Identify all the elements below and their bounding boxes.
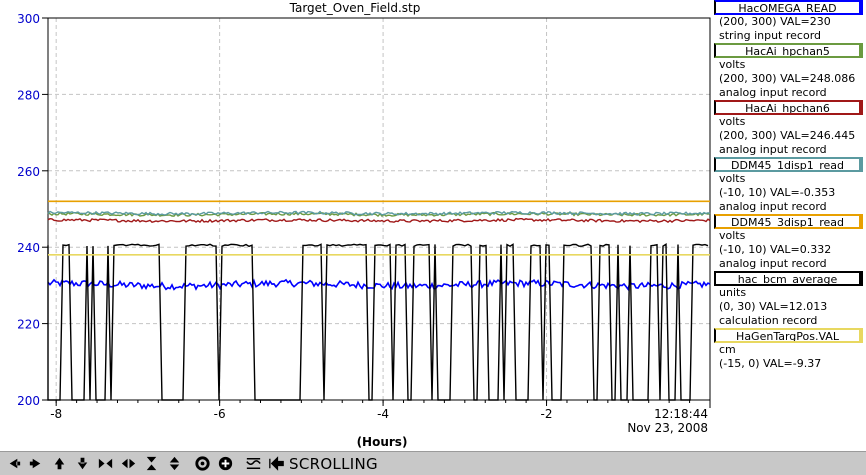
x-tick-label: -8: [50, 407, 62, 421]
auto-zoom-button[interactable]: [193, 454, 212, 473]
plus-icon: [218, 456, 233, 471]
x-tick-label: -6: [214, 407, 226, 421]
y-tick-label: 280: [17, 88, 40, 102]
scroll-up-button[interactable]: [50, 454, 69, 473]
target-icon: [195, 456, 210, 471]
default-zoom-button[interactable]: [216, 454, 235, 473]
legend-info-line: (-15, 0) VAL=-9.37: [719, 357, 822, 370]
zoom-out-y-button[interactable]: [165, 454, 184, 473]
legend-item[interactable]: HaGenTargPos.VAL cm (-15, 0) VAL=-9.37: [712, 328, 866, 371]
legend-info-line: (-10, 10) VAL=0.332: [719, 243, 832, 256]
series-line: [47, 217, 711, 224]
arrow-down-icon: [77, 457, 88, 470]
y-tick-label: 200: [17, 394, 40, 408]
legend-info-line: calculation record: [719, 314, 818, 327]
toolbar: SCROLLING: [0, 451, 866, 475]
legend-info-line: volts: [719, 172, 746, 185]
legend-series-name[interactable]: HacAi_hpchan5: [714, 43, 863, 58]
legend-info-line: volts: [719, 229, 746, 242]
zoom-in-x-button[interactable]: [96, 454, 115, 473]
legend-info-line: (200, 300) VAL=248.086: [719, 72, 856, 85]
legend: HacOMEGA_READ (200, 300) VAL=230 string in…: [712, 0, 866, 371]
series-line: [47, 243, 709, 401]
axes: 200 220 240 260 280 300 -8 -6 -4 -2: [17, 12, 711, 421]
zoom-in-y-icon: [146, 456, 157, 471]
y-tick-label: 260: [17, 165, 40, 179]
y-tick-label: 300: [17, 12, 40, 26]
chart-title: Target_Oven_Field.stp: [289, 1, 421, 15]
legend-info-line: string input record: [719, 29, 822, 42]
zoom-out-y-icon: [169, 456, 180, 471]
legend-item[interactable]: HacOMEGA_READ (200, 300) VAL=230 string in…: [712, 0, 866, 43]
legend-info-line: analog input record: [719, 86, 827, 99]
series-group: [47, 200, 711, 401]
legend-series-name[interactable]: HacAi_hpchan6: [714, 100, 863, 115]
legend-info-line: (200, 300) VAL=246.445: [719, 129, 856, 142]
y-tick-label: 220: [17, 318, 40, 332]
zoom-out-x-icon: [121, 458, 136, 469]
scroll-mode-button[interactable]: [267, 454, 286, 473]
scrolling-mode-label: SCROLLING: [289, 454, 378, 473]
legend-series-name[interactable]: HaGenTargPos.VAL: [714, 328, 863, 343]
chart: Target_Oven_Field.stp 200 220 240 260 280 300…: [17, 1, 711, 449]
x-tick-label: -4: [377, 407, 389, 421]
legend-info-line: (0, 30) VAL=12.013: [719, 300, 828, 313]
legend-item[interactable]: HacAi_hpchan5 volts (200, 300) VAL=248.086…: [712, 43, 866, 100]
x-tick-label: -2: [541, 407, 553, 421]
zoom-in-y-button[interactable]: [142, 454, 161, 473]
series-line: [47, 278, 711, 291]
legend-info-line: cm: [719, 343, 736, 356]
legend-info-line: analog input record: [719, 143, 827, 156]
arrow-up-icon: [54, 457, 65, 470]
legend-item[interactable]: DDM45_1disp1_read volts (-10, 10) VAL=-0.3…: [712, 157, 866, 214]
zoom-out-x-button[interactable]: [119, 454, 138, 473]
scroll-right-button[interactable]: [27, 454, 46, 473]
legend-info-line: analog input record: [719, 257, 827, 270]
legend-item[interactable]: HacAi_hpchan6 volts (200, 300) VAL=246.445…: [712, 100, 866, 157]
legend-series-name[interactable]: DDM45_1disp1_read: [714, 157, 863, 172]
scroll-left-button[interactable]: [4, 454, 23, 473]
legend-item[interactable]: hac_bcm_average units (0, 30) VAL=12.013 ca…: [712, 271, 866, 328]
legend-info-line: analog input record: [719, 200, 827, 213]
legend-series-name[interactable]: HacOMEGA_READ: [714, 0, 863, 15]
x-axis-label: (Hours): [357, 435, 408, 449]
legend-info-line: (200, 300) VAL=230: [719, 15, 831, 28]
date-label: Nov 23, 2008: [627, 421, 708, 435]
legend-info-line: volts: [719, 115, 746, 128]
legend-info-line: (-10, 10) VAL=-0.353: [719, 186, 836, 199]
legend-series-name[interactable]: hac_bcm_average: [714, 271, 863, 286]
legend-info-line: volts: [719, 58, 746, 71]
time-label: 12:18:44: [654, 407, 708, 421]
arrow-left-icon: [9, 458, 21, 469]
y-tick-label: 240: [17, 241, 40, 255]
arrow-right-icon: [29, 458, 41, 469]
scroll-down-button[interactable]: [73, 454, 92, 473]
legend-info-line: units: [719, 286, 747, 299]
legend-series-name[interactable]: DDM45_3disp1_read: [714, 214, 863, 229]
legend-item[interactable]: DDM45_3disp1_read volts (-10, 10) VAL=0.33…: [712, 214, 866, 271]
zoom-in-x-icon: [98, 458, 113, 469]
stagger-icon: [246, 457, 261, 470]
stagger-axes-button[interactable]: [244, 454, 263, 473]
scroll-mode-icon: [269, 456, 284, 471]
